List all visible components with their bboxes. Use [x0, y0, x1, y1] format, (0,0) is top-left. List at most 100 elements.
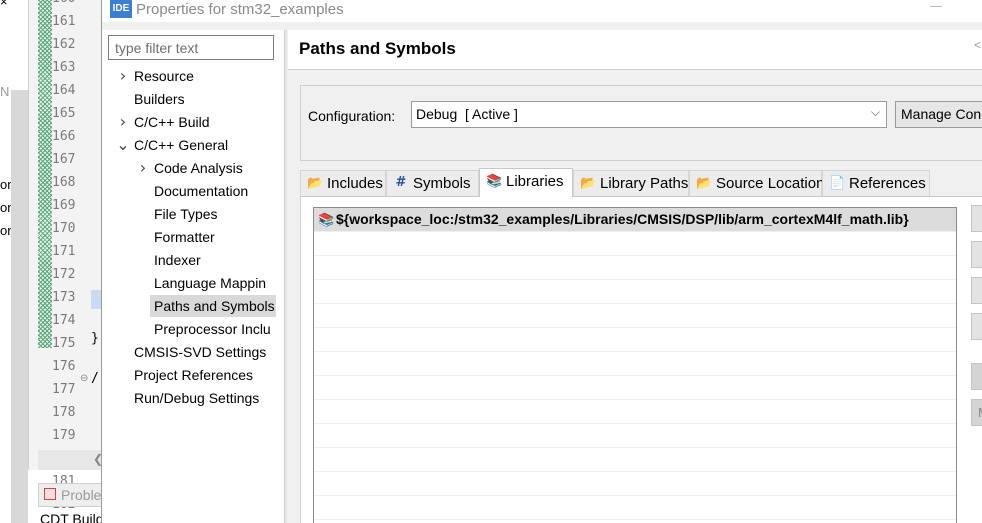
tree-item-label: Builders — [134, 91, 185, 107]
tab-label: References — [849, 175, 926, 192]
configuration-select[interactable]: Debug [ Active ] ⌵ — [411, 101, 887, 128]
tree-item-label: Run/Debug Settings — [134, 390, 260, 406]
move-button-label: M — [978, 405, 982, 420]
filter-input[interactable] — [108, 35, 274, 60]
page-title: Paths and Symbols — [299, 39, 456, 58]
tree-item-file-types[interactable]: File Types — [154, 203, 218, 225]
line-number: 160 — [52, 0, 88, 10]
list-item — [314, 304, 956, 328]
tree-item-label: C/C++ Build — [134, 114, 210, 130]
list-item — [314, 376, 956, 400]
chevron-right-icon[interactable]: › — [136, 157, 150, 179]
line-number: 179 — [52, 428, 76, 443]
paths-tabs: 📂 Includes # Symbols 📚 Libraries 📂 Library Path… — [300, 168, 982, 197]
tab-library-paths[interactable]: 📂 Library Paths — [573, 170, 689, 196]
tab-label: Includes — [327, 175, 383, 192]
panel-sash[interactable] — [284, 30, 287, 523]
line-number: 173 — [52, 290, 76, 305]
tree-item-label: Code Analysis — [154, 160, 243, 176]
tree-item-c-c-build[interactable]: › C/C++ Build — [120, 111, 210, 133]
list-item — [314, 232, 956, 256]
tree-item-label: Documentation — [154, 183, 249, 199]
property-tree: › Resource Builders › C/C++ Build ⌄ C/C++ Gene… — [102, 68, 276, 523]
list-item — [314, 448, 956, 472]
list-item[interactable]: 📚 ${workspace_loc:/stm32_examples/Librari… — [314, 208, 956, 232]
code-text: / — [91, 371, 99, 386]
problems-icon — [44, 488, 56, 500]
line-number: 164 — [52, 83, 76, 98]
tree-item-label: Paths and Symbols — [154, 298, 275, 314]
list-item — [314, 256, 956, 280]
tree-item-project-references[interactable]: Project References — [134, 364, 253, 386]
tab-symbols[interactable]: # Symbols — [386, 170, 479, 196]
code-text: } — [91, 331, 99, 346]
line-number: 166 — [52, 129, 76, 144]
fold-collapse-icon[interactable]: ⊖ — [80, 373, 88, 384]
page-header: Paths and Symbols < — [288, 30, 982, 70]
tree-item-cmsis-svd-settings[interactable]: CMSIS-SVD Settings — [134, 341, 266, 363]
tree-item-indexer[interactable]: Indexer — [154, 249, 201, 271]
tree-item-documentation[interactable]: Documentation — [154, 180, 248, 202]
tab-references[interactable]: 📄 References — [822, 170, 930, 196]
top-left-close-icon[interactable]: × — [0, 0, 8, 9]
dialog-titlebar[interactable]: IDE Properties for stm32_examples — [102, 0, 982, 22]
move-down-button[interactable]: M — [971, 399, 982, 426]
tree-item-run-debug-settings[interactable]: Run/Debug Settings — [134, 387, 259, 409]
references-icon: 📄 — [829, 175, 846, 190]
configuration-label: Configuration: — [308, 108, 396, 124]
move-up-button[interactable] — [971, 363, 982, 390]
line-number: 170 — [52, 221, 76, 236]
chevron-down-icon: ⌵ — [870, 105, 880, 119]
line-number: 172 — [52, 267, 76, 282]
chevron-right-icon[interactable]: › — [116, 68, 130, 87]
library-icon: 📚 — [318, 212, 335, 227]
tree-item-formatter[interactable]: Formatter — [154, 226, 215, 248]
edit-library-button[interactable] — [971, 241, 982, 268]
list-item — [314, 472, 956, 496]
chevron-down-icon[interactable]: ⌄ — [116, 134, 130, 156]
problems-tab-label: Proble — [61, 487, 102, 503]
tree-item-language-mappin[interactable]: Language Mappin — [154, 272, 266, 294]
tab-source-location[interactable]: 📂 Source Location — [689, 170, 824, 196]
line-number: 161 — [52, 14, 76, 29]
tree-item-preprocessor-inclu[interactable]: Preprocessor Inclu — [154, 318, 271, 340]
tree-item-label: Indexer — [154, 252, 201, 268]
delete-library-button[interactable] — [971, 277, 982, 304]
chevron-right-icon[interactable]: › — [116, 111, 130, 133]
list-item — [314, 280, 956, 304]
tree-item-resource[interactable]: › Resource — [120, 68, 194, 87]
tree-item-c-c-general[interactable]: ⌄ C/C++ General — [116, 134, 229, 156]
line-number: 178 — [52, 405, 76, 420]
add-library-button[interactable] — [971, 205, 982, 232]
library-path: ${workspace_loc:/stm32_examples/Librarie… — [336, 211, 909, 227]
manage-configurations-button[interactable]: Manage Con — [895, 101, 982, 128]
minimize-icon[interactable] — [930, 6, 942, 7]
tree-item-builders[interactable]: Builders — [134, 88, 185, 110]
screen: × N on on on 160 161 162 163 164 165 166 167 168… — [0, 0, 982, 523]
tab-includes[interactable]: 📂 Includes — [300, 170, 386, 196]
dialog-title: Properties for stm32_examples — [136, 1, 344, 18]
line-number: 163 — [52, 60, 76, 75]
export-library-button[interactable] — [971, 313, 982, 340]
left-view-strip: × N on on on — [0, 0, 14, 523]
list-item — [314, 424, 956, 448]
line-number: 162 — [52, 37, 76, 52]
tree-item-label: C/C++ General — [134, 137, 229, 153]
line-number: 168 — [52, 175, 76, 190]
line-number: 165 — [52, 106, 76, 121]
tab-libraries[interactable]: 📚 Libraries — [479, 168, 573, 197]
line-number: 171 — [52, 244, 76, 259]
libraries-list[interactable]: 📚 ${workspace_loc:/stm32_examples/Librari… — [313, 207, 957, 523]
symbols-icon: # — [395, 175, 407, 190]
tree-item-paths-and-symbols[interactable]: Paths and Symbols — [150, 295, 276, 317]
list-item — [314, 400, 956, 424]
configuration-group: Configuration: Debug [ Active ] ⌵ Manage… — [300, 85, 982, 161]
tree-item-label: Formatter — [154, 229, 215, 245]
left-fragment-text: N — [0, 84, 10, 99]
tree-item-label: Project References — [134, 367, 254, 383]
list-item — [314, 352, 956, 376]
tree-item-code-analysis[interactable]: › Code Analysis — [140, 157, 243, 179]
tree-item-label: Resource — [134, 68, 194, 84]
back-nav-icon[interactable]: < — [974, 38, 981, 52]
ide-app-icon: IDE — [110, 0, 132, 18]
